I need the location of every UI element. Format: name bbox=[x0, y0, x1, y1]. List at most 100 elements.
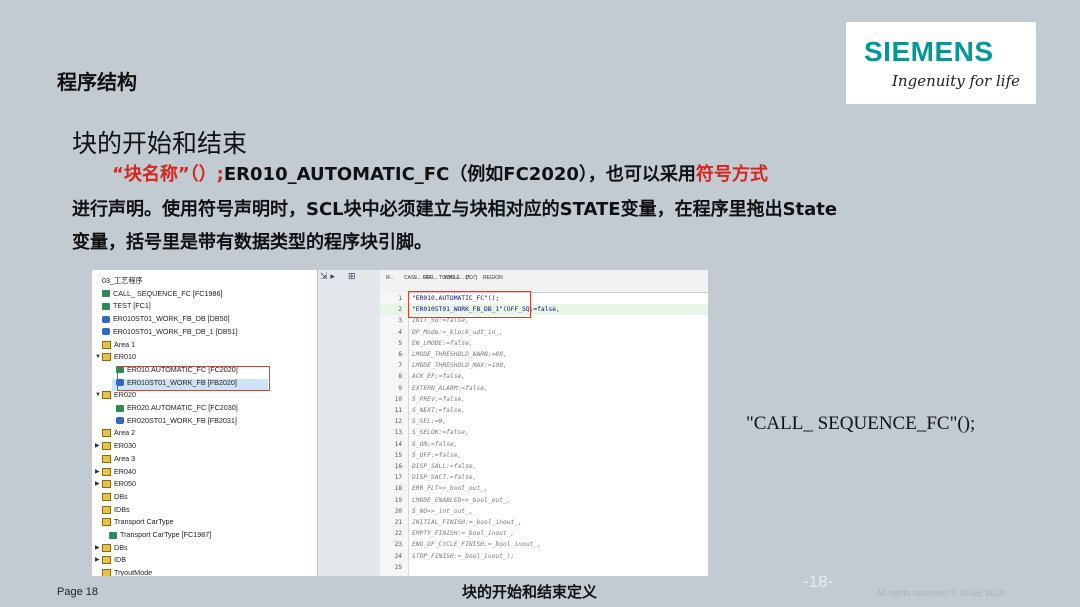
code-line[interactable]: 7 LMODE_THRESHOLD_MAX:=100, bbox=[380, 360, 708, 371]
tree-item[interactable]: ER010ST01_WORK_FB_DB [DB50] bbox=[102, 313, 230, 325]
tree-item-label: Area 3 bbox=[114, 453, 136, 463]
line-number: 21 bbox=[394, 519, 402, 526]
code-line[interactable]: 23 END_OF_CYCLE_FINISH:=_bool_inout_, bbox=[380, 539, 708, 550]
line-number: 23 bbox=[394, 541, 402, 549]
line-number: 14 bbox=[394, 440, 402, 448]
folder-icon bbox=[102, 429, 111, 438]
siemens-logo: SIEMENS Ingenuity for life bbox=[846, 22, 1036, 104]
tree-item[interactable]: ▶ ER040 bbox=[95, 466, 136, 478]
tree-item[interactable]: ▶ ER050 bbox=[95, 478, 136, 490]
tree-item[interactable]: ER020ST01_WORK_FB [FB2031] bbox=[116, 415, 237, 427]
folder-icon bbox=[102, 340, 111, 349]
footer-title: 块的开始和结束定义 bbox=[462, 583, 598, 601]
tree-item-label: TEST [FC1] bbox=[113, 301, 151, 311]
folder-icon bbox=[102, 543, 111, 552]
code-line[interactable]: 24 STOP_FINISH:=_bool_inout_); bbox=[380, 551, 708, 562]
code-text: OP_Mode:=_block_udt_in_, bbox=[412, 328, 503, 336]
code-line[interactable]: 12 S_SEL:=0, bbox=[380, 416, 708, 427]
code-line[interactable]: 22 EMPTY_FINISH:=_bool_inout_, bbox=[380, 528, 708, 539]
line-number: 20 bbox=[394, 507, 402, 515]
expand-arrow-icon[interactable]: ▶ bbox=[95, 542, 102, 554]
tree-item[interactable]: TEST [FC1] bbox=[102, 300, 151, 312]
tree-item-label: Area 1 bbox=[114, 339, 136, 349]
code-line[interactable]: 20 S_NO=>_int_out_, bbox=[380, 506, 708, 517]
folder-icon bbox=[102, 569, 111, 576]
tree-item[interactable]: ▶ DBs bbox=[95, 542, 128, 554]
tree-item[interactable]: ER020.AUTOMATIC_FC [FC2030] bbox=[116, 402, 238, 414]
tree-item-label: ER020ST01_WORK_FB [FB2031] bbox=[127, 415, 237, 425]
code-line[interactable]: 18 ERR_FLT=>_bool_out_, bbox=[380, 483, 708, 494]
folder-icon bbox=[102, 480, 111, 489]
code-line[interactable]: 21 INITIAL_FINISH:=_bool_inout_, bbox=[380, 517, 708, 528]
tree-item[interactable]: ▶ IDB bbox=[95, 554, 126, 566]
tree-item[interactable]: ▶ ER030 bbox=[95, 440, 136, 452]
project-tree: 03_工艺程序 CALL_ SEQUENCE_FC [FC1986] TEST [F… bbox=[92, 270, 317, 576]
code-line[interactable]: 19 LMODE_ENABLED=>_bool_out_, bbox=[380, 495, 708, 506]
code-line[interactable]: 15 S_OFF:=false, bbox=[380, 450, 708, 461]
tree-item-label: IDB bbox=[114, 555, 126, 565]
expand-arrow-icon[interactable]: ▶ bbox=[95, 478, 102, 490]
code-text: ERR_FLT=>_bool_out_, bbox=[412, 485, 488, 493]
collapse-arrow-icon[interactable]: ▼ bbox=[95, 389, 102, 401]
data-block-icon bbox=[102, 315, 110, 323]
line-number: 2 bbox=[398, 306, 402, 314]
tree-item[interactable]: CALL_ SEQUENCE_FC [FC1986] bbox=[102, 288, 222, 300]
code-line[interactable]: 13 S_SELOK:=false, bbox=[380, 427, 708, 438]
code-text: EN_LMODE:=false, bbox=[412, 339, 473, 347]
tree-item[interactable]: DBs bbox=[102, 491, 128, 503]
code-text: STOP_FINISH:=_bool_inout_); bbox=[412, 552, 515, 560]
line-number: 16 bbox=[394, 463, 402, 470]
toolbar-button[interactable]: (*...*) bbox=[466, 275, 477, 281]
code-text: S_ON:=false, bbox=[412, 440, 458, 448]
body-line-3: 变量，括号里是带有数据类型的程序块引脚。 bbox=[72, 232, 432, 253]
function-block-icon bbox=[109, 531, 117, 539]
code-line[interactable]: 6 LMODE_THRESHOLD_WARN:=80, bbox=[380, 349, 708, 360]
code-text: LMODE_ENABLED=>_bool_out_, bbox=[412, 496, 511, 504]
code-line[interactable]: 25 bbox=[380, 562, 708, 573]
tree-item[interactable]: Area 3 bbox=[102, 453, 135, 465]
code-text: LMODE_THRESHOLD_WARN:=80, bbox=[412, 351, 507, 358]
tree-item-label: TryoutMode bbox=[114, 568, 153, 576]
code-line[interactable]: 11 S_NEXT:=false, bbox=[380, 405, 708, 416]
tree-item[interactable]: Area 2 bbox=[102, 427, 135, 439]
expand-arrow-icon[interactable]: ▶ bbox=[95, 440, 102, 452]
body-line-2: 进行声明。使用符号声明时，SCL块中必须建立与块相对应的STATE变量，在程序里… bbox=[72, 199, 838, 220]
code-line[interactable]: 5 EN_LMODE:=false, bbox=[380, 338, 708, 349]
line-number: 9 bbox=[398, 384, 402, 392]
tree-item[interactable]: ▼ ER020 bbox=[95, 389, 136, 401]
toolbar-button[interactable]: IF... bbox=[386, 275, 394, 281]
toolbar-button[interactable]: REGION bbox=[483, 275, 503, 281]
folder-icon bbox=[102, 518, 111, 527]
tree-item[interactable]: ER010ST01_WORK_FB_DB_1 [DB51] bbox=[102, 326, 238, 338]
tree-item-label: ER010 bbox=[114, 352, 136, 362]
code-highlight-box bbox=[408, 291, 531, 318]
tree-item-label: ER020 bbox=[114, 390, 136, 400]
line-number: 25 bbox=[394, 563, 402, 571]
tree-item[interactable]: 03_工艺程序 bbox=[102, 275, 143, 287]
code-line[interactable]: 10 S_PREV:=false, bbox=[380, 394, 708, 405]
code-line[interactable]: 8 ACK_EF:=false, bbox=[380, 371, 708, 382]
tree-item[interactable]: IDBs bbox=[102, 504, 130, 516]
line-number: 22 bbox=[394, 530, 402, 538]
line-number: 8 bbox=[398, 373, 402, 381]
tree-item[interactable]: TryoutMode bbox=[102, 567, 152, 576]
code-line[interactable]: 16 DISP_SALL:=false, bbox=[380, 461, 708, 472]
collapse-arrow-icon[interactable]: ▼ bbox=[95, 351, 102, 363]
code-line[interactable]: 17 DISP_SACT:=false, bbox=[380, 472, 708, 483]
tree-item[interactable]: Transport CarType [FC1987] bbox=[109, 529, 211, 541]
code-line[interactable]: 14 S_ON:=false, bbox=[380, 439, 708, 450]
code-line[interactable]: 4 OP_Mode:=_block_udt_in_, bbox=[380, 327, 708, 338]
expand-arrow-icon[interactable]: ▶ bbox=[95, 554, 102, 566]
line-number: 1 bbox=[398, 295, 402, 302]
expand-arrow-icon[interactable]: ▶ bbox=[95, 466, 102, 478]
data-block-icon bbox=[102, 328, 110, 336]
line-number: 24 bbox=[394, 552, 402, 560]
tree-item[interactable]: ▼ ER010 bbox=[95, 351, 136, 363]
code-line[interactable]: 9 EXTERN_ALARM:=false, bbox=[380, 383, 708, 394]
body-line-1: “块名称”（）;ER010_AUTOMATIC_FC（例如FC2020），也可以… bbox=[112, 160, 768, 186]
tree-item[interactable]: Area 1 bbox=[102, 339, 135, 351]
tree-item-label: DBs bbox=[114, 491, 128, 501]
call-sequence-example: "CALL_ SEQUENCE_FC"(); bbox=[746, 413, 976, 434]
section-title: 块的开始和结束 bbox=[72, 129, 248, 158]
tree-item[interactable]: Transport CarType bbox=[102, 516, 174, 528]
